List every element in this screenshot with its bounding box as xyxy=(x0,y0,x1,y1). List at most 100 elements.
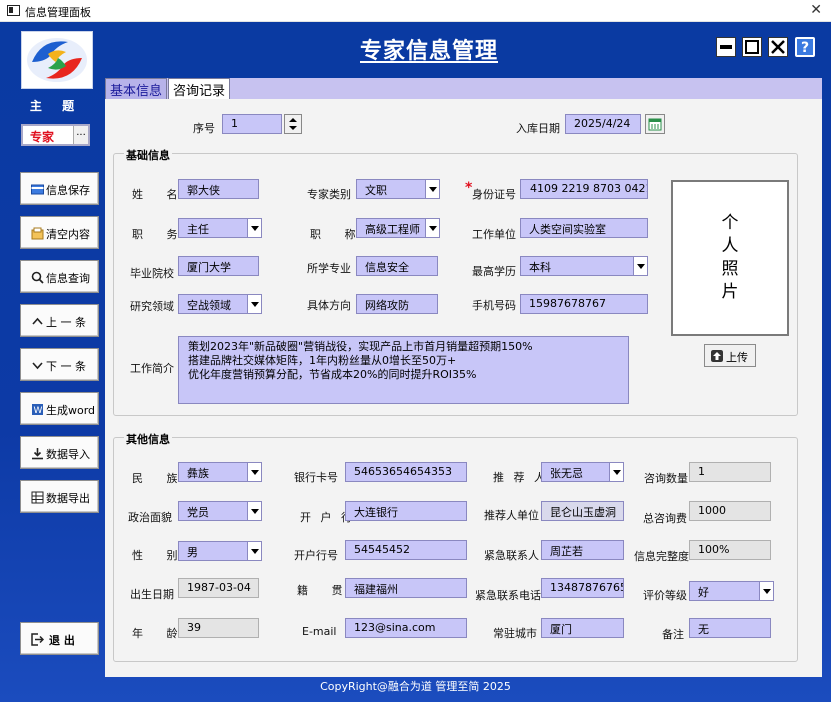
date-input[interactable]: 2025/4/24 xyxy=(565,114,641,134)
photo-box[interactable]: 个人照片 xyxy=(671,180,789,336)
theme-selector[interactable]: 专家 ... xyxy=(21,124,90,146)
query-button-label: 信息查询 xyxy=(46,272,90,285)
school-input[interactable]: 厦门大学 xyxy=(178,256,259,276)
edu-label: 最高学历 xyxy=(472,265,516,278)
email-label: E-mail xyxy=(302,625,337,638)
close-button[interactable] xyxy=(768,37,788,57)
intro-line: 优化年度营销预算分配，节省成本20%的同时提升ROI35% xyxy=(188,368,477,381)
save-button[interactable]: 信息保存 xyxy=(20,172,99,205)
query-button[interactable]: 信息查询 xyxy=(20,260,99,293)
window-title: 信息管理面板 xyxy=(25,6,91,19)
chevron-down-icon xyxy=(247,463,261,481)
name-input[interactable]: 郭大侠 xyxy=(178,179,259,199)
category-select[interactable]: 文职 xyxy=(356,179,440,199)
tab-basic-info[interactable]: 基本信息 xyxy=(105,78,168,99)
window-close-icon[interactable]: ✕ xyxy=(810,2,822,18)
prev-button-label: 上 一 条 xyxy=(46,316,86,329)
direction-input[interactable]: 网络攻防 xyxy=(356,294,438,314)
gender-select[interactable]: 男 xyxy=(178,541,262,561)
date-label: 入库日期 xyxy=(516,122,560,135)
help-button[interactable]: ? xyxy=(795,37,815,57)
politics-value: 党员 xyxy=(187,506,209,519)
photo-placeholder: 个人照片 xyxy=(721,213,739,302)
age-input[interactable]: 39 xyxy=(178,618,259,638)
rating-select[interactable]: 好 xyxy=(689,581,774,601)
download-icon xyxy=(32,448,43,460)
bankcard-label: 银行卡号 xyxy=(294,471,338,484)
theme-label: 主 题 xyxy=(29,99,83,113)
svg-text:W: W xyxy=(34,406,43,416)
email-input[interactable]: 123@sina.com xyxy=(345,618,467,638)
rating-label: 评价等级 xyxy=(643,589,687,602)
footer-copyright: CopyRight@融合为道 管理至简 2025 xyxy=(320,680,511,693)
rank-select[interactable]: 高级工程师 xyxy=(356,218,440,238)
exit-icon xyxy=(31,633,44,646)
emergency-phone-label: 紧急联系电话 xyxy=(475,589,541,602)
search-icon xyxy=(31,271,44,284)
major-input[interactable]: 信息安全 xyxy=(356,256,438,276)
city-label: 常驻城市 xyxy=(493,627,537,640)
nation-select[interactable]: 彝族 xyxy=(178,462,262,482)
seq-stepper[interactable] xyxy=(284,114,302,134)
next-button[interactable]: 下 一 条 xyxy=(20,348,99,381)
prev-button[interactable]: 上 一 条 xyxy=(20,304,99,337)
chevron-down-icon xyxy=(425,180,439,198)
export-button[interactable]: 数据导出 xyxy=(20,480,99,513)
referrer-select[interactable]: 张无忌 xyxy=(541,462,624,482)
field-label: 研究领域 xyxy=(130,300,174,313)
intro-textarea[interactable]: 策划2023年"新品破圈"营销战役，实现产品上市首月销量超预期150% 搭建品牌… xyxy=(178,336,629,404)
bankcard-input[interactable]: 54653654654353 xyxy=(345,462,467,482)
field-select[interactable]: 空战领域 xyxy=(178,294,262,314)
birth-input[interactable]: 1987-03-04 xyxy=(178,578,259,598)
complete-label: 信息完整度 xyxy=(634,550,689,563)
org-label: 工作单位 xyxy=(472,228,516,241)
note-input[interactable]: 无 xyxy=(689,618,771,638)
org-input[interactable]: 人类空间实验室 xyxy=(520,218,648,238)
minimize-icon xyxy=(720,45,732,49)
consult-fee-input[interactable]: 1000 xyxy=(689,501,771,521)
duty-select[interactable]: 主任 xyxy=(178,218,262,238)
emergency-input[interactable]: 周芷若 xyxy=(541,540,624,560)
word-button[interactable]: W 生成word xyxy=(20,392,99,425)
referrer-label: 推 荐 人 xyxy=(493,471,548,484)
theme-value: 专家 xyxy=(30,130,55,144)
theme-browse-button[interactable]: ... xyxy=(73,126,88,144)
chevron-down-icon xyxy=(425,219,439,237)
bank-no-input[interactable]: 54545452 xyxy=(345,540,467,560)
exit-button[interactable]: 退 出 xyxy=(20,622,99,655)
city-input[interactable]: 厦门 xyxy=(541,618,624,638)
seq-label: 序号 xyxy=(193,122,215,135)
consult-count-input[interactable]: 1 xyxy=(689,462,771,482)
upload-button[interactable]: 上传 xyxy=(704,344,756,367)
minimize-button[interactable] xyxy=(716,37,736,57)
eraser-icon xyxy=(31,227,44,240)
clear-button[interactable]: 清空内容 xyxy=(20,216,99,249)
edu-select[interactable]: 本科 xyxy=(520,256,648,276)
tab-consult-records[interactable]: 咨询记录 xyxy=(168,78,231,99)
native-input[interactable]: 福建福州 xyxy=(345,578,467,598)
maximize-button[interactable] xyxy=(742,37,762,57)
politics-select[interactable]: 党员 xyxy=(178,501,262,521)
clear-button-label: 清空内容 xyxy=(46,228,90,241)
window-titlebar: 信息管理面板 ✕ xyxy=(0,0,831,22)
app-icon xyxy=(7,5,20,16)
nation-value: 彝族 xyxy=(187,467,209,480)
complete-input[interactable]: 100% xyxy=(689,540,771,560)
next-button-label: 下 一 条 xyxy=(46,360,86,373)
spreadsheet-icon xyxy=(31,491,44,504)
stepper-arrows-icon xyxy=(289,118,297,130)
id-input[interactable]: 4109 2219 8703 0421 36 xyxy=(520,179,648,199)
intro-line: 搭建品牌社交媒体矩阵，1年内粉丝量从0增长至50万+ xyxy=(188,354,457,367)
ref-org-input[interactable]: 昆仑山玉虚洞 xyxy=(541,501,624,521)
page-title: 专家信息管理 xyxy=(360,39,499,64)
seq-input[interactable]: 1 xyxy=(222,114,282,134)
bank-input[interactable]: 大连银行 xyxy=(345,501,467,521)
phone-input[interactable]: 15987678767 xyxy=(520,294,648,314)
field-value: 空战领域 xyxy=(187,299,231,312)
calendar-button[interactable] xyxy=(645,114,665,134)
emergency-phone-input[interactable]: 13487876765 xyxy=(541,578,624,598)
exit-button-label: 退 出 xyxy=(49,634,75,647)
chevron-down-icon xyxy=(247,295,261,313)
import-button[interactable]: 数据导入 xyxy=(20,436,99,469)
basic-info-title: 基础信息 xyxy=(124,147,172,163)
